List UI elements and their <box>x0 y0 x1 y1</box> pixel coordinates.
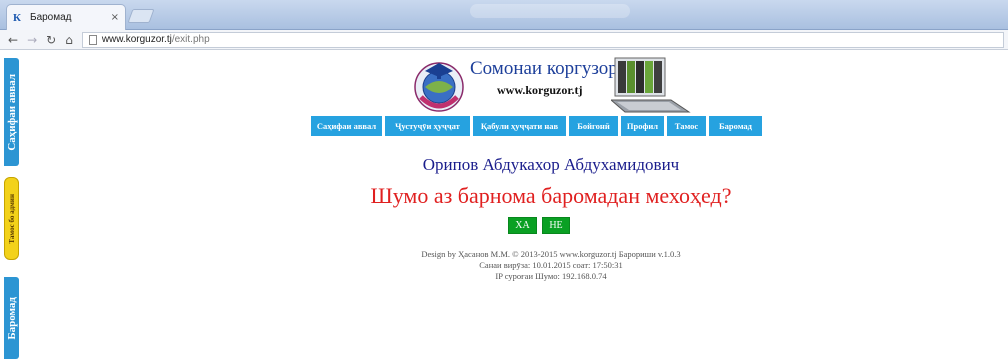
page-icon <box>88 34 97 45</box>
favicon-icon: К <box>13 11 21 24</box>
nav-item-search-document[interactable]: Ҷустуҷӯи ҳуҷҷат <box>385 116 470 136</box>
address-bar[interactable]: www.korguzor.tj/exit.php <box>81 31 1004 48</box>
nav-item-exit[interactable]: Баромад <box>709 116 762 136</box>
browser-toolbar: ← → ↻ ⌂ www.korguzor.tj/exit.php <box>0 30 1008 50</box>
main-nav: Саҳифаи аввал Ҷустуҷӯи ҳуҷҷат Қабули ҳуҷ… <box>311 116 762 136</box>
tab-title: Баромад <box>30 12 72 23</box>
url-path: /exit.php <box>171 34 210 45</box>
window-title-glow <box>470 4 630 18</box>
reload-icon[interactable]: ↻ <box>46 34 56 46</box>
emblem-logo-icon <box>414 62 464 112</box>
site-url-label: www.korguzor.tj <box>497 83 583 97</box>
footer-credits: Design by Ҳасанов М.М. © 2013-2015 www.k… <box>421 249 681 259</box>
exit-question: Шумо аз барнома баромадан мехоҳед? <box>370 183 732 208</box>
footer-date: Санаи вирӯза: 10.01.2015 соат: 17:50:31 <box>479 260 623 270</box>
side-tab-home-label: Саҳифаи аввал <box>5 73 18 151</box>
browser-tab[interactable]: К Баромад × <box>6 4 126 30</box>
home-icon[interactable]: ⌂ <box>65 34 73 46</box>
back-arrow-icon[interactable]: ← <box>8 34 18 46</box>
side-tab-home[interactable]: Саҳифаи аввал <box>4 58 19 166</box>
laptop-binders-logo-icon <box>611 57 691 113</box>
footer-ip: IP суроғаи Шумо: 192.168.0.74 <box>495 271 607 281</box>
forward-arrow-icon[interactable]: → <box>27 34 37 46</box>
nav-item-contact[interactable]: Тамос <box>667 116 706 136</box>
user-full-name: Орипов Абдукахор Абдухамидович <box>422 155 680 174</box>
yes-button[interactable]: ХА <box>508 217 537 234</box>
site-title: Сомонаи коргузорӣ <box>470 58 628 79</box>
url-text: www.korguzor.tj/exit.php <box>102 34 210 45</box>
url-host: www.korguzor.tj <box>101 34 172 45</box>
side-tab-exit[interactable]: Баромад <box>4 277 19 359</box>
nav-item-profile[interactable]: Профил <box>621 116 664 136</box>
new-tab-button[interactable] <box>127 9 155 23</box>
nav-item-new-document[interactable]: Қабули ҳуҷҷати нав <box>473 116 566 136</box>
page-footer: Design by Ҳасанов М.М. © 2013-2015 www.k… <box>0 249 1008 282</box>
no-button[interactable]: НЕ <box>542 217 570 234</box>
side-tab-exit-label: Баромад <box>5 296 18 340</box>
nav-item-archive[interactable]: Бойгонӣ <box>569 116 618 136</box>
tab-close-icon[interactable]: × <box>111 12 119 23</box>
browser-tab-strip: К Баромад × <box>0 0 1008 30</box>
nav-item-home[interactable]: Саҳифаи аввал <box>311 116 382 136</box>
